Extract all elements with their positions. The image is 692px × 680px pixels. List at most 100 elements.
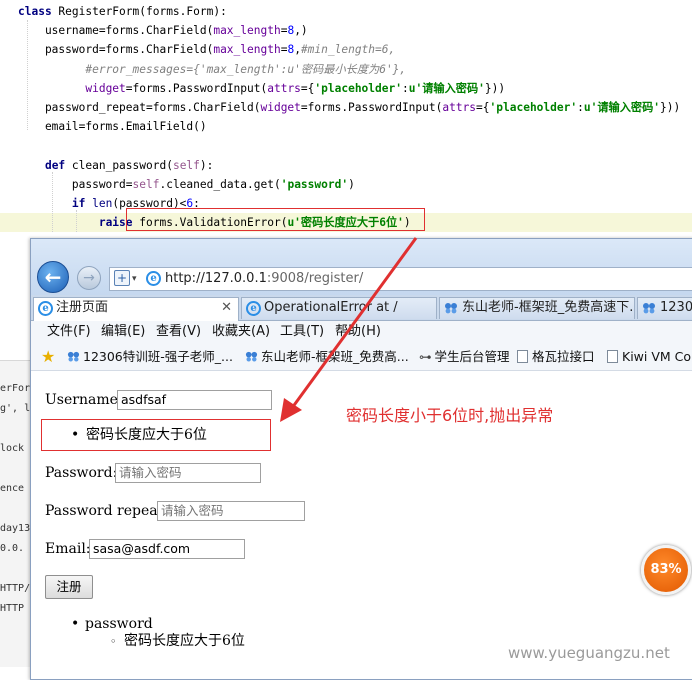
ie-icon: e <box>246 301 261 316</box>
code-token: })) <box>660 101 681 114</box>
favorite-item[interactable]: 格瓦拉接口 <box>517 343 595 370</box>
menu-edit[interactable]: 编辑(E) <box>101 321 145 343</box>
menu-bar: 文件(F) 编辑(E) 查看(V) 收藏夹(A) 工具(T) 帮助(H) <box>31 321 692 343</box>
chevron-down-icon[interactable]: ▾ <box>132 270 137 288</box>
favorite-item[interactable]: 12306特训班-强子老师_... <box>67 343 233 370</box>
code-line: email=forms.EmailField() <box>0 117 692 136</box>
ie-icon: e <box>146 271 161 286</box>
butterfly-icon <box>67 351 80 362</box>
email-input[interactable]: sasa@asdf.com <box>89 539 245 559</box>
code-line: class RegisterForm(forms.Form): <box>0 2 692 21</box>
tab-operational-error[interactable]: e OperationalError at / <box>241 297 437 319</box>
background-code-strip: erForm g', l lock ence day13 0.0. HTTP/HTTP <box>0 360 34 667</box>
favorite-label: Kiwi VM Co <box>622 349 692 364</box>
code-token: attrs <box>442 101 477 114</box>
key-icon: ⊶ <box>419 349 432 364</box>
tab-label: 12306 <box>660 300 692 315</box>
url-path: :9008/register/ <box>266 271 364 286</box>
password-repeat-input[interactable]: 请输入密码 <box>157 501 305 521</box>
password-input[interactable]: 请输入密码 <box>115 463 261 483</box>
code-token: 'placeholder' <box>489 101 578 114</box>
menu-file[interactable]: 文件(F) <box>47 321 91 343</box>
password-label: Password: <box>45 465 118 481</box>
favorite-label: 学生后台管理 <box>434 349 510 364</box>
code-token: , <box>294 43 301 57</box>
ie-icon <box>607 350 618 363</box>
butterfly-icon <box>444 301 458 319</box>
code-token: self <box>132 177 160 191</box>
ie-icon <box>517 350 528 363</box>
watermark: www.yueguangzu.net <box>508 644 670 662</box>
menu-view[interactable]: 查看(V) <box>156 321 201 343</box>
tab-label: OperationalError at / <box>264 300 398 315</box>
back-button[interactable]: ← <box>37 261 69 293</box>
code-token: : <box>401 81 409 95</box>
code-token: ,) <box>294 24 308 38</box>
favorite-item[interactable]: ⊶ 学生后台管理 <box>419 343 510 370</box>
code-token: 'password' <box>280 177 349 191</box>
favorites-bar: ★ 12306特训班-强子老师_... 东山老师-框架班_免费高... ⊶ 学生后… <box>31 343 692 371</box>
background-code-fragment: HTTP/ <box>0 583 31 594</box>
tab-register-page[interactable]: e 注册页面 ✕ <box>33 297 239 321</box>
code-token: self <box>172 158 200 172</box>
tab-12306[interactable]: 12306 <box>637 297 692 319</box>
forward-button[interactable]: → <box>77 266 101 290</box>
code-line: password_repeat=forms.CharField(widget=f… <box>0 98 692 117</box>
tab-dongshan-teacher[interactable]: 东山老师-框架班_免费高速下... <box>439 297 635 319</box>
code-token: password_repeat=forms.CharField( <box>18 101 261 114</box>
code-token: password= <box>18 177 133 191</box>
password-repeat-label: Password repeat: <box>45 503 168 519</box>
background-code-fragment: day13 <box>0 523 31 534</box>
code-token: .cleaned_data.get( <box>159 177 281 191</box>
forward-arrow-icon: → <box>83 270 95 286</box>
favorites-star-icon[interactable]: ★ <box>41 343 55 370</box>
address-bar[interactable]: + ▾ e http://127.0.0.1:9008/register/ <box>109 267 692 291</box>
close-icon[interactable]: ✕ <box>221 298 232 318</box>
favorite-item[interactable]: Kiwi VM Co <box>607 343 691 370</box>
code-token: =forms.PasswordInput( <box>300 101 443 114</box>
favorite-item[interactable]: 东山老师-框架班_免费高... <box>245 343 409 370</box>
code-token: #error_messages={'max_length':u'密码最小长度为6… <box>85 62 407 76</box>
tab-label: 东山老师-框架班_免费高速下... <box>462 300 635 315</box>
code-token: ={ <box>476 101 490 114</box>
code-token: 'placeholder' <box>314 81 402 95</box>
code-token: RegisterForm(forms.Form): <box>58 5 227 18</box>
indent-guide <box>52 172 53 232</box>
code-token: attrs <box>267 81 301 95</box>
username-label: Username: <box>45 392 123 408</box>
code-token: len <box>92 197 113 210</box>
menu-help[interactable]: 帮助(H) <box>335 321 381 343</box>
favorite-label: 东山老师-框架班_免费高... <box>261 349 409 364</box>
code-line: password=forms.CharField(max_length=8,#m… <box>0 40 692 59</box>
code-token: max_length <box>213 43 281 57</box>
menu-tools[interactable]: 工具(T) <box>280 321 324 343</box>
performance-gauge[interactable]: 83% <box>641 545 691 595</box>
code-line: username=forms.CharField(max_length=8,) <box>0 21 692 40</box>
code-token: class <box>18 5 59 18</box>
code-line: #error_messages={'max_length':u'密码最小长度为6… <box>0 60 692 79</box>
errors-message: 密码长度应大于6位 <box>124 633 245 649</box>
background-code-fragment: g', l <box>0 403 31 414</box>
compat-view-icon[interactable]: + <box>114 270 130 286</box>
background-code-fragment: ence <box>0 483 25 494</box>
butterfly-icon <box>642 301 656 319</box>
code-token: if <box>71 197 93 210</box>
code-token: u'请输入密码' <box>408 81 485 95</box>
code-token: ): <box>199 158 214 172</box>
username-input[interactable]: asdfsaf <box>117 390 272 410</box>
register-button[interactable]: 注册 <box>45 575 93 599</box>
code-token: def <box>44 158 72 172</box>
background-code-fragment: erForm <box>0 383 34 394</box>
url-text[interactable]: http://127.0.0.1:9008/register/ <box>165 268 363 290</box>
email-label: Email: <box>45 541 91 557</box>
favorite-label: 12306特训班-强子老师_... <box>83 349 233 364</box>
url-host: http://127.0.0.1 <box>165 271 267 286</box>
code-token: ={ <box>300 81 315 95</box>
menu-favorites[interactable]: 收藏夹(A) <box>212 321 270 343</box>
code-token: =forms.PasswordInput( <box>125 81 268 95</box>
navigation-bar: ← → + ▾ e http://127.0.0.1:9008/register… <box>31 239 692 295</box>
